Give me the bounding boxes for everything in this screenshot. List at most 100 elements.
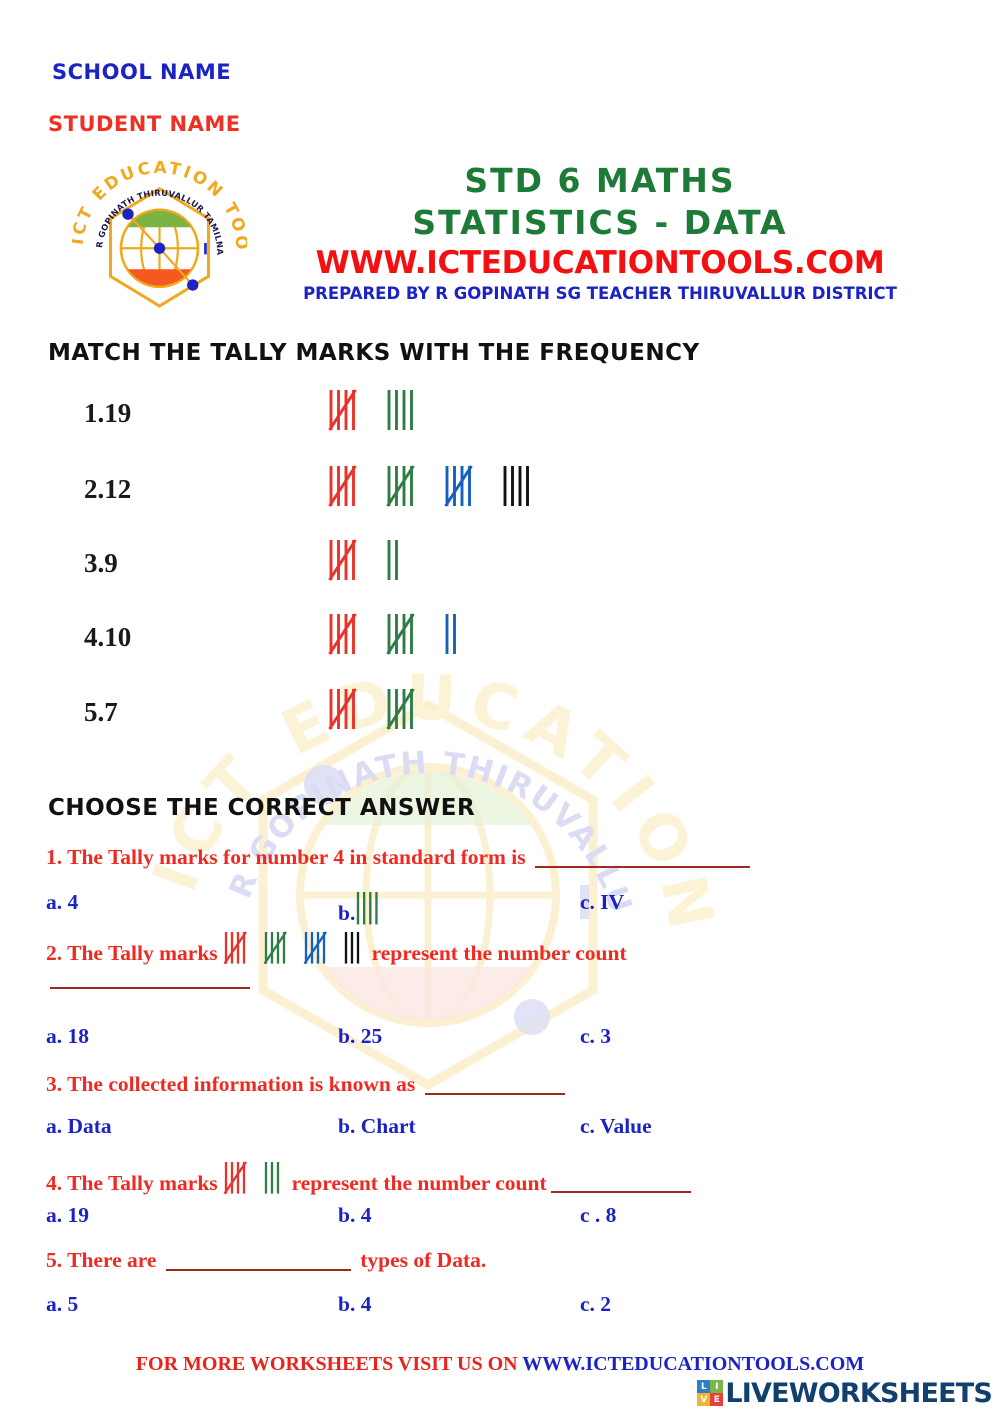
tally-group bbox=[223, 930, 251, 976]
brand-cell-i: I bbox=[710, 1380, 724, 1393]
option-a[interactable]: a. 18 bbox=[46, 1024, 89, 1049]
question-line: 4. The Tally marks represent the number … bbox=[46, 1160, 695, 1206]
question-line: 3. The collected information is known as bbox=[46, 1072, 569, 1097]
options-row: a. 5 b. 4 c. 2 bbox=[0, 1292, 1000, 1326]
footer-text: FOR MORE WORKSHEETS VISIT US ON bbox=[135, 1353, 523, 1375]
option-label: a. 19 bbox=[46, 1203, 89, 1227]
answer-blank[interactable] bbox=[535, 865, 751, 868]
tally-group bbox=[502, 464, 542, 510]
school-name-field[interactable]: SCHOOL NAME bbox=[52, 60, 231, 84]
tally-group bbox=[386, 538, 411, 584]
answer-blank[interactable] bbox=[550, 1191, 691, 1193]
option-label: b. 4 bbox=[338, 1203, 372, 1227]
option-label: a. 4 bbox=[46, 890, 79, 914]
liveworksheets-logo[interactable]: LIVE LIVEWORKSHEETS bbox=[697, 1377, 993, 1409]
worksheet-topic: STATISTICS - DATA bbox=[412, 203, 788, 242]
options-row: a. 4 b. c. IV bbox=[0, 890, 1000, 925]
answer-blank[interactable] bbox=[50, 987, 250, 989]
option-c[interactable]: c. 2 bbox=[580, 1292, 611, 1317]
tally-group bbox=[303, 930, 331, 976]
answer-blank[interactable] bbox=[424, 1092, 565, 1095]
tally-group bbox=[444, 612, 469, 658]
option-label: c. Value bbox=[580, 1114, 652, 1138]
option-c[interactable]: c. Value bbox=[580, 1114, 652, 1139]
option-c[interactable]: c. IV bbox=[580, 890, 624, 915]
tally-group bbox=[328, 388, 368, 434]
match-row-label: 2.12 bbox=[84, 474, 132, 504]
question-text-tail: represent the number count bbox=[286, 1170, 547, 1195]
option-b[interactable]: b. Chart bbox=[338, 1114, 416, 1139]
option-label: c. 2 bbox=[580, 1292, 612, 1316]
tally-group bbox=[343, 930, 366, 976]
match-section-heading: MATCH THE TALLY MARKS WITH THE FREQUENCY bbox=[48, 340, 700, 366]
tally-group bbox=[328, 538, 368, 584]
tally-group bbox=[386, 687, 426, 733]
ict-education-tools-logo: ICT EDUCATION TOOLS R GOPINATH THIRUVALL… bbox=[72, 152, 247, 308]
match-row-label: 5.7 bbox=[84, 697, 118, 727]
question-text-tail: types of Data. bbox=[354, 1248, 487, 1272]
question-text: 2. The Tally marks bbox=[46, 940, 224, 965]
match-row-tally bbox=[328, 464, 542, 510]
answer-blank[interactable] bbox=[165, 1268, 351, 1271]
student-name-field[interactable]: STUDENT NAME bbox=[48, 112, 241, 136]
worksheet-subject: STD 6 MATHS bbox=[464, 161, 736, 200]
tally-marks bbox=[223, 1160, 286, 1206]
tally-group bbox=[328, 612, 368, 658]
footer-url[interactable]: WWW.ICTEDUCATIONTOOLS.COM bbox=[522, 1353, 864, 1375]
tally-group bbox=[386, 388, 426, 434]
option-b[interactable]: b. 25 bbox=[338, 1024, 382, 1049]
brand-cell-l: L bbox=[697, 1380, 711, 1393]
tally-group bbox=[386, 612, 426, 658]
liveworksheets-mark: LIVE bbox=[697, 1380, 724, 1406]
option-a[interactable]: a. 4 bbox=[46, 890, 78, 915]
options-row: a. 19 b. 4 c . 8 bbox=[0, 1203, 1000, 1237]
option-label: a. 18 bbox=[46, 1024, 89, 1048]
header-website: WWW.ICTEDUCATIONTOOLS.COM bbox=[315, 245, 885, 281]
tally-group bbox=[328, 687, 368, 733]
match-row-label: 3.9 bbox=[84, 548, 118, 578]
question-blank-wrap bbox=[46, 978, 254, 989]
match-row-label: 4.10 bbox=[84, 622, 132, 652]
question-text: 3. The collected information is known as bbox=[46, 1072, 421, 1096]
option-label: c. 3 bbox=[580, 1024, 612, 1048]
question-line: 5. There are types of Data. bbox=[46, 1248, 486, 1273]
question-text: 1. The Tally marks for number 4 in stand… bbox=[46, 845, 532, 869]
match-row-label: 1.19 bbox=[84, 398, 132, 428]
choose-section-heading: CHOOSE THE CORRECT ANSWER bbox=[48, 795, 476, 821]
brand-cell-e: E bbox=[710, 1393, 724, 1406]
tally-group bbox=[263, 1160, 286, 1206]
footer-note: FOR MORE WORKSHEETS VISIT US ON WWW.ICTE… bbox=[0, 1353, 1000, 1376]
option-c[interactable]: c . 8 bbox=[580, 1203, 616, 1228]
tally-group bbox=[444, 464, 484, 510]
tally-group bbox=[263, 930, 291, 976]
option-a[interactable]: a. Data bbox=[46, 1114, 112, 1139]
match-row-tally bbox=[328, 687, 426, 733]
question-line: 1. The Tally marks for number 4 in stand… bbox=[46, 845, 754, 870]
tally-group bbox=[328, 464, 368, 510]
option-label: c . 8 bbox=[580, 1203, 617, 1227]
tally-group bbox=[223, 1160, 251, 1206]
option-c[interactable]: c. 3 bbox=[580, 1024, 611, 1049]
option-label: c. IV bbox=[580, 890, 625, 914]
question-text: 4. The Tally marks bbox=[46, 1170, 224, 1195]
option-a[interactable]: a. 5 bbox=[46, 1292, 78, 1317]
tally-marks bbox=[223, 930, 366, 976]
tally-group bbox=[386, 464, 426, 510]
question-line: 2. The Tally marks represent the number … bbox=[46, 930, 627, 976]
question-text: 5. There are bbox=[46, 1248, 162, 1272]
question-text-tail: represent the number count bbox=[366, 940, 627, 965]
option-label: a. 5 bbox=[46, 1292, 79, 1316]
match-row-tally bbox=[328, 612, 469, 658]
option-label: b. bbox=[338, 900, 356, 925]
option-label: b. 4 bbox=[338, 1292, 372, 1316]
brand-cell-v: V bbox=[697, 1393, 711, 1406]
option-label: a. Data bbox=[46, 1114, 112, 1138]
option-a[interactable]: a. 19 bbox=[46, 1203, 89, 1228]
match-row-tally bbox=[328, 538, 411, 584]
options-row: a. 18 b. 25 c. 3 bbox=[0, 1024, 1000, 1058]
options-row: a. Data b. Chart c. Value bbox=[0, 1114, 1000, 1148]
prepared-by-line: PREPARED BY R GOPINATH SG TEACHER THIRUV… bbox=[303, 284, 897, 303]
option-b[interactable]: b. 4 bbox=[338, 1203, 371, 1228]
option-label: b. Chart bbox=[338, 1114, 416, 1138]
option-b[interactable]: b. 4 bbox=[338, 1292, 371, 1317]
